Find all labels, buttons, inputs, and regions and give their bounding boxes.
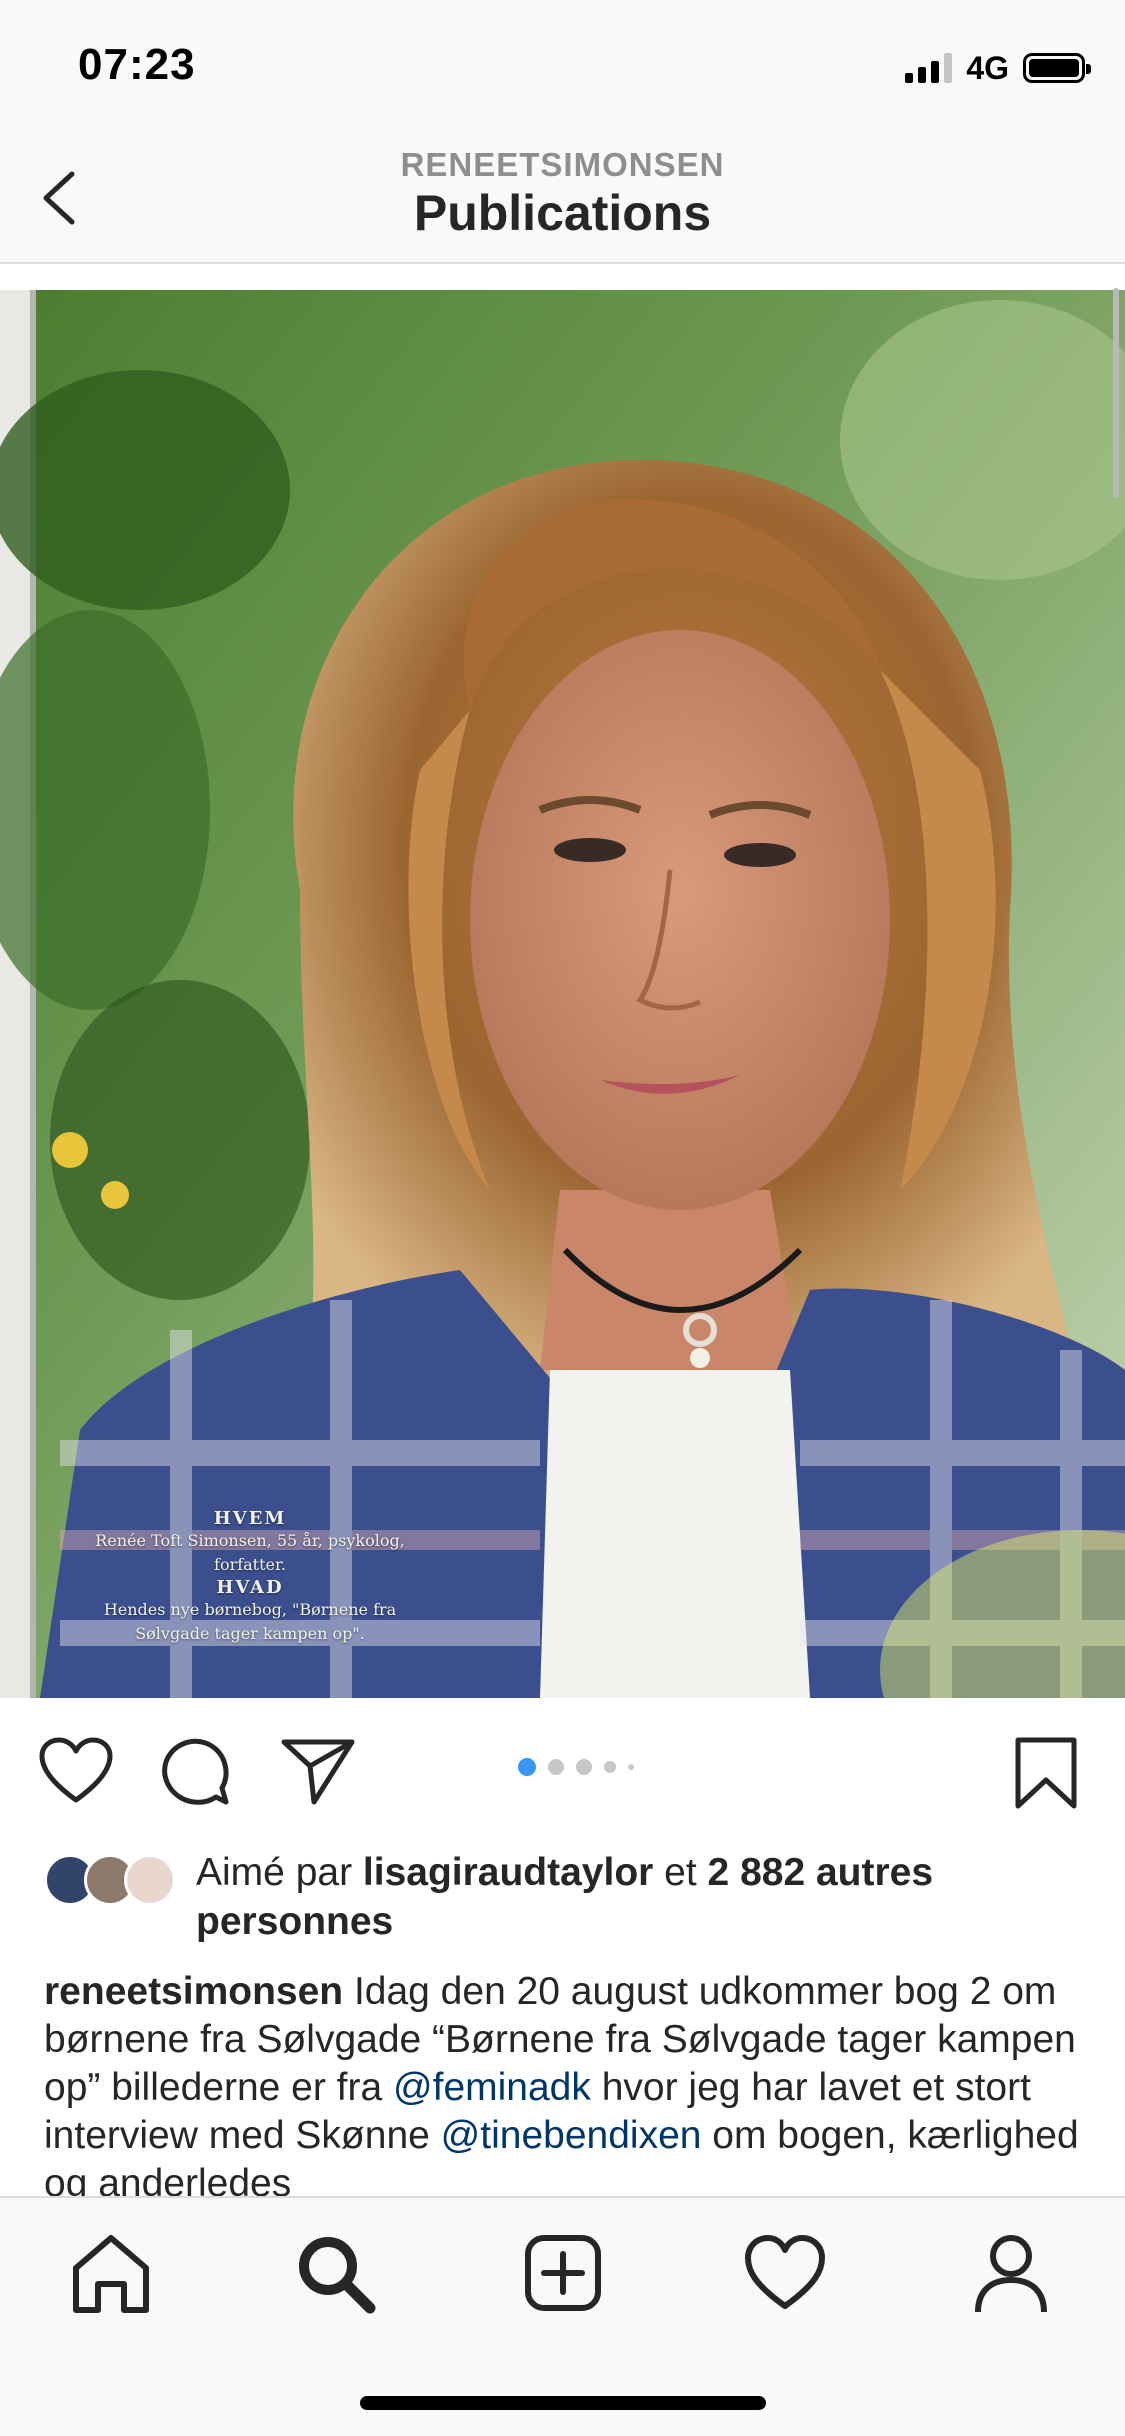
likes-middle: et (653, 1851, 708, 1894)
carousel-dot (576, 1759, 592, 1775)
new-post-icon (525, 2235, 601, 2311)
share-button[interactable] (280, 1736, 356, 1811)
tab-new-post[interactable] (518, 2228, 608, 2318)
liker-avatars[interactable] (44, 1854, 184, 1910)
scroll-indicator (1113, 288, 1119, 498)
avatar (124, 1854, 176, 1906)
likes-prefix: Aimé par (196, 1851, 363, 1894)
home-icon (73, 2235, 149, 2313)
tab-profile[interactable] (966, 2228, 1056, 2318)
save-button[interactable] (1014, 1736, 1078, 1815)
hvem-text: Renée Toft Simonsen, 55 år, psykolog, fo… (95, 1531, 405, 1574)
like-button[interactable] (38, 1736, 114, 1811)
heart-icon (39, 1737, 113, 1803)
portrait-photo (0, 290, 1125, 1698)
likes-text[interactable]: Aimé par lisagiraudtaylor et 2 882 autre… (196, 1848, 1086, 1946)
tab-activity[interactable] (740, 2228, 830, 2318)
cellular-signal-icon (905, 53, 953, 83)
hvad-label: HVAD (216, 1577, 284, 1598)
hvem-label: HVEM (213, 1508, 287, 1529)
caption-author[interactable]: reneetsimonsen (44, 1970, 343, 2013)
comment-button[interactable] (160, 1736, 232, 1813)
mention-link[interactable]: @feminadk (393, 2066, 591, 2109)
share-icon (281, 1739, 355, 1805)
post-image[interactable]: HVEM Renée Toft Simonsen, 55 år, psykolo… (0, 290, 1125, 1698)
search-icon (299, 2237, 376, 2314)
magazine-caption: HVEM Renée Toft Simonsen, 55 år, psykolo… (80, 1508, 420, 1646)
profile-icon (975, 2235, 1047, 2313)
home-indicator[interactable] (360, 2396, 766, 2410)
header-username: RENEETSIMONSEN (400, 146, 725, 183)
mention-link[interactable]: @tinebendixen (441, 2114, 702, 2157)
comment-icon (162, 1738, 229, 1805)
activity-heart-icon (745, 2235, 825, 2309)
status-time: 07:23 (78, 40, 196, 89)
tab-home[interactable] (66, 2228, 156, 2318)
post-caption: reneetsimonsen Idag den 20 august udkomm… (44, 1968, 1084, 2208)
status-indicators: 4G (905, 46, 1091, 90)
post-actions (0, 1698, 1125, 1838)
nav-header: RENEETSIMONSEN Publications (0, 132, 1125, 264)
bookmark-icon (1015, 1737, 1077, 1809)
hvad-text: Hendes nye børnebog, "Børnene fra Sølvga… (103, 1600, 397, 1643)
network-type: 4G (966, 49, 1009, 86)
tab-search[interactable] (290, 2228, 380, 2318)
carousel-dot (604, 1761, 616, 1773)
liker-username[interactable]: lisagiraudtaylor (363, 1851, 653, 1894)
carousel-dot-active (518, 1758, 536, 1776)
page-title: Publications (413, 185, 712, 241)
carousel-dot (628, 1764, 634, 1770)
carousel-dot (548, 1759, 564, 1775)
battery-icon (1023, 53, 1091, 83)
carousel-indicator (518, 1758, 634, 1776)
status-bar: 07:23 4G (0, 0, 1125, 132)
